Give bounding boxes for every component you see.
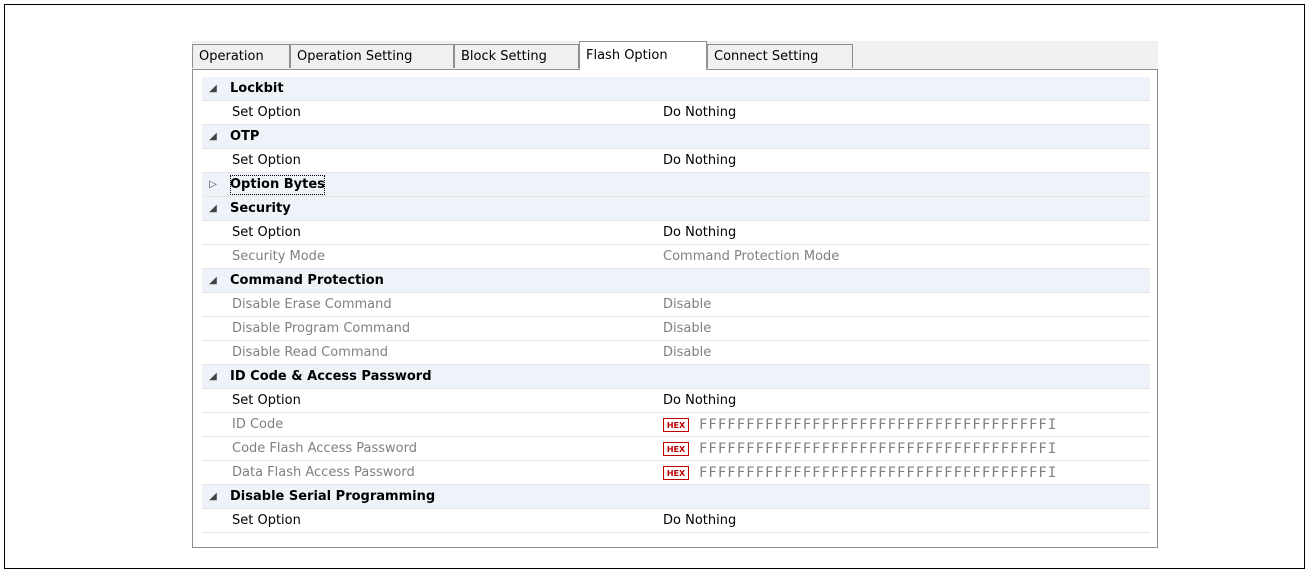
hex-icon: HEX xyxy=(663,417,689,432)
property-value[interactable]: Do Nothing xyxy=(663,221,1150,245)
tab-operation[interactable]: Operation xyxy=(192,44,290,68)
property-name: Data Flash Access Password xyxy=(232,465,415,480)
property-value: HEX FFFFFFFFFFFFFFFFFFFFFFFFFFFFFFFFFFFFF… xyxy=(663,413,1150,438)
property-row-disable-read-command: Disable Read Command Disable xyxy=(202,341,1150,365)
property-grid: ◢ Lockbit Set Option Do Nothing ◢ OTP Se… xyxy=(202,77,1150,533)
category-label: ID Code & Access Password xyxy=(230,369,432,384)
property-value: HEX FFFFFFFFFFFFFFFFFFFFFFFFFFFFFFFFFFFFF… xyxy=(663,461,1150,486)
category-otp[interactable]: ◢ OTP xyxy=(202,125,1150,149)
category-label: Security xyxy=(230,201,291,216)
tab-operation-setting[interactable]: Operation Setting xyxy=(290,44,454,68)
property-value[interactable]: Do Nothing xyxy=(663,509,1150,533)
property-name: Code Flash Access Password xyxy=(232,441,417,456)
category-command-protection[interactable]: ◢ Command Protection xyxy=(202,269,1150,293)
category-label: Option Bytes xyxy=(228,173,327,197)
property-name: Disable Program Command xyxy=(232,321,411,336)
property-name: Set Option xyxy=(232,393,301,408)
tab-bar: Operation Operation Setting Block Settin… xyxy=(192,41,1158,70)
category-label: Disable Serial Programming xyxy=(230,489,436,504)
tab-block-setting[interactable]: Block Setting xyxy=(454,44,579,68)
property-value: Command Protection Mode xyxy=(663,249,840,264)
flash-options-dialog: Operation Operation Setting Block Settin… xyxy=(192,41,1158,548)
hex-value: FFFFFFFFFFFFFFFFFFFFFFFFFFFFFFFFFFFFFI xyxy=(699,465,1058,481)
property-value: Disable xyxy=(663,297,712,312)
property-row-disable-erase-command: Disable Erase Command Disable xyxy=(202,293,1150,317)
property-value[interactable]: Do Nothing xyxy=(663,101,1150,125)
property-row-otp-set-option[interactable]: Set Option Do Nothing xyxy=(202,149,1150,173)
property-name: Set Option xyxy=(232,153,301,168)
property-row-id-code-set-option[interactable]: Set Option Do Nothing xyxy=(202,389,1150,413)
property-name: Disable Read Command xyxy=(232,345,388,360)
property-value[interactable]: Do Nothing xyxy=(663,149,1150,173)
property-row-security-mode: Security Mode Command Protection Mode xyxy=(202,245,1150,269)
property-value: HEX FFFFFFFFFFFFFFFFFFFFFFFFFFFFFFFFFFFFF… xyxy=(663,437,1150,462)
category-option-bytes[interactable]: ▷ Option Bytes xyxy=(202,173,1150,197)
collapsed-arrow-icon[interactable]: ▷ xyxy=(206,173,220,197)
hex-value: FFFFFFFFFFFFFFFFFFFFFFFFFFFFFFFFFFFFFI xyxy=(699,417,1058,433)
property-name: Disable Erase Command xyxy=(232,297,392,312)
hex-icon: HEX xyxy=(663,441,689,456)
property-row-security-set-option[interactable]: Set Option Do Nothing xyxy=(202,221,1150,245)
property-row-lockbit-set-option[interactable]: Set Option Do Nothing xyxy=(202,101,1150,125)
property-row-data-flash-access-password: Data Flash Access Password HEX FFFFFFFFFF… xyxy=(202,461,1150,485)
category-label: OTP xyxy=(230,129,260,144)
category-disable-serial-programming[interactable]: ◢ Disable Serial Programming xyxy=(202,485,1150,509)
category-lockbit[interactable]: ◢ Lockbit xyxy=(202,77,1150,101)
flash-option-panel: ◢ Lockbit Set Option Do Nothing ◢ OTP Se… xyxy=(192,69,1158,548)
property-name: Set Option xyxy=(232,513,301,528)
expanded-arrow-icon[interactable]: ◢ xyxy=(206,269,220,293)
expanded-arrow-icon[interactable]: ◢ xyxy=(206,197,220,221)
category-id-code-access-password[interactable]: ◢ ID Code & Access Password xyxy=(202,365,1150,389)
property-value: Disable xyxy=(663,345,712,360)
property-name: ID Code xyxy=(232,417,284,432)
hex-value: FFFFFFFFFFFFFFFFFFFFFFFFFFFFFFFFFFFFFI xyxy=(699,441,1058,457)
property-value: Disable xyxy=(663,321,712,336)
expanded-arrow-icon[interactable]: ◢ xyxy=(206,485,220,509)
property-name: Set Option xyxy=(232,105,301,120)
category-security[interactable]: ◢ Security xyxy=(202,197,1150,221)
hex-icon: HEX xyxy=(663,465,689,480)
expanded-arrow-icon[interactable]: ◢ xyxy=(206,365,220,389)
expanded-arrow-icon[interactable]: ◢ xyxy=(206,77,220,101)
tab-flash-option[interactable]: Flash Option xyxy=(579,41,707,70)
tab-connect-setting[interactable]: Connect Setting xyxy=(707,44,853,68)
category-label: Lockbit xyxy=(230,81,284,96)
property-row-code-flash-access-password: Code Flash Access Password HEX FFFFFFFFFF… xyxy=(202,437,1150,461)
property-value[interactable]: Do Nothing xyxy=(663,389,1150,413)
property-name: Security Mode xyxy=(232,249,325,264)
property-row-id-code: ID Code HEX FFFFFFFFFFFFFFFFFFFFFFFFFFFFF… xyxy=(202,413,1150,437)
category-label: Command Protection xyxy=(230,273,384,288)
property-row-disable-program-command: Disable Program Command Disable xyxy=(202,317,1150,341)
expanded-arrow-icon[interactable]: ◢ xyxy=(206,125,220,149)
property-row-disable-serial-set-option[interactable]: Set Option Do Nothing xyxy=(202,509,1150,533)
property-name: Set Option xyxy=(232,225,301,240)
